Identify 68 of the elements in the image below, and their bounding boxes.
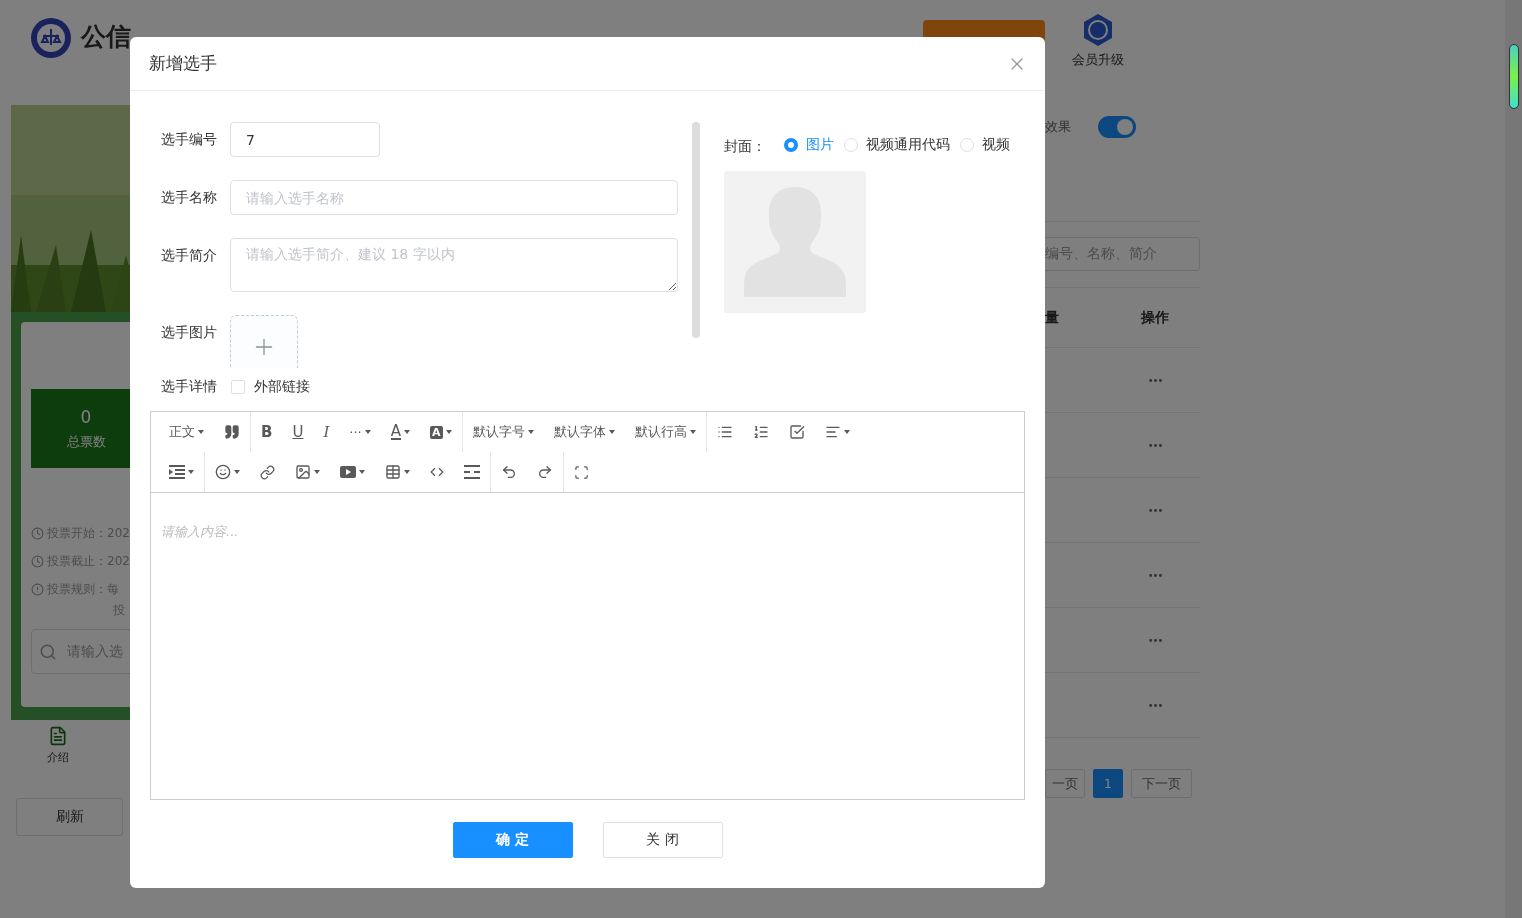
brand-name: 公信 [81,21,131,53]
cover-label: 封面： [724,137,766,156]
column-header: 量 [1045,308,1059,327]
field-label: 选手简介 [161,246,218,265]
toggle-switch[interactable] [1098,116,1136,138]
field-label: 选手名称 [161,188,218,207]
toolbar-button[interactable]: 默认字体 [543,412,625,452]
search-icon [39,642,57,661]
image-icon [295,464,311,480]
divider-icon [464,465,480,479]
clock-icon [31,554,44,568]
more-actions[interactable]: ••• [1147,569,1163,581]
fullscreen-icon [574,464,589,480]
refresh-button[interactable]: 刷新 [16,798,123,836]
toolbar-button[interactable]: 默认字号 [462,412,544,452]
table-icon [385,464,401,480]
toolbar-button[interactable]: A [420,412,462,452]
toolbar-button[interactable]: A [380,412,421,452]
redo-icon [537,464,553,480]
more-actions[interactable]: ••• [1147,439,1163,451]
checkbox-icon [788,424,805,440]
toolbar-button[interactable]: U [282,412,314,452]
clock-icon [31,526,44,540]
more-actions[interactable]: ••• [1147,504,1163,516]
alert-icon [31,582,44,596]
quote-icon [224,424,240,440]
checkbox[interactable] [231,380,245,394]
input-field[interactable]: 请输入选手名称 [230,180,678,215]
member-upgrade-link[interactable]: 会员升级 [1070,13,1126,69]
toolbar-button[interactable]: 默认行高 [624,412,706,452]
field-label: 选手图片 [161,323,218,342]
toggle-label: 效果 [1045,118,1071,136]
code-icon [430,465,444,479]
field-label: 选手编号 [161,130,218,149]
indent-icon [169,465,185,479]
confirm-button[interactable]: 确 定 [452,822,573,858]
video-icon [340,466,356,478]
textarea-field[interactable]: 请输入选手简介、建议 18 字以内 [230,238,678,292]
page-button[interactable]: 1 [1093,769,1123,798]
bullet-list-icon [716,424,733,440]
smiley-icon [215,464,231,480]
more-actions[interactable]: ••• [1147,699,1163,711]
toolbar-button[interactable]: ··· [339,412,381,452]
scrollbar-thumb[interactable] [1508,44,1519,109]
tab[interactable]: 介绍 [37,726,79,765]
column-header: 操作 [1141,308,1169,327]
field-label: 选手详情 [161,378,218,396]
align-left-icon [824,424,841,440]
numbered-list-icon [752,424,769,440]
dialog-title: 新增选手 [149,52,217,75]
document-icon [48,726,68,746]
toolbar-button[interactable]: 正文 [159,412,214,452]
more-actions[interactable]: ••• [1147,374,1163,386]
close-dialog-button[interactable]: 关 闭 [602,822,723,858]
vote-count: 0 [80,406,92,427]
vote-count-label: 总票数 [66,432,106,451]
undo-icon [501,464,517,480]
radio-option[interactable]: 视频通用代码 [844,136,950,154]
checkbox-label: 外部链接 [254,378,310,396]
radio-option[interactable]: 视频 [960,136,1010,154]
toolbar-button[interactable]: B [251,412,283,452]
more-actions[interactable]: ••• [1147,634,1163,646]
link-icon [260,464,275,480]
input-field[interactable]: 7 [230,122,380,157]
logo-icon [30,17,72,59]
radio-option[interactable]: 图片 [784,136,834,154]
vip-badge-icon [1081,13,1115,47]
toolbar-button[interactable]: I [313,412,340,452]
